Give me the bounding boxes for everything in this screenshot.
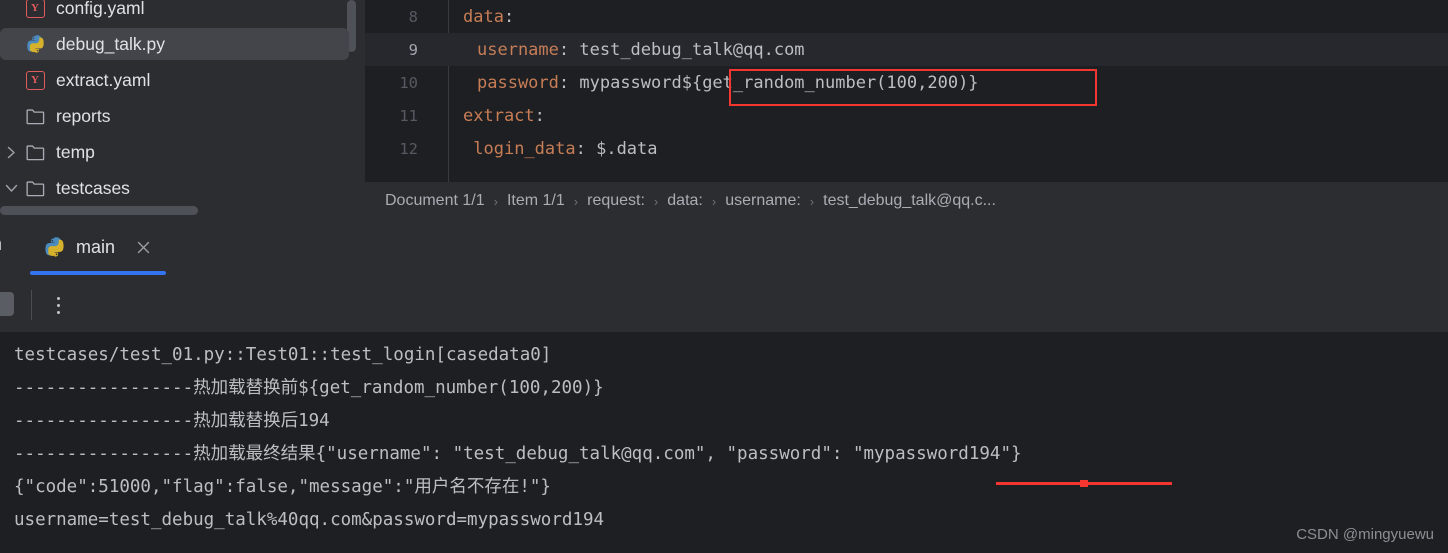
code-line[interactable]: 12 login_data: $.data <box>365 132 1448 165</box>
console-line: {"code":51000,"flag":false,"message":"用户… <box>14 477 551 497</box>
breadcrumb-item-item[interactable]: Item 1/1 <box>507 192 565 210</box>
yaml-colon: : <box>575 138 597 159</box>
python-file-icon <box>22 34 48 54</box>
line-number: 8 <box>408 7 418 26</box>
chevron-right-icon: › <box>653 193 659 209</box>
yaml-key: username <box>477 39 559 60</box>
yaml-colon: : <box>558 39 580 60</box>
chevron-down-icon[interactable] <box>0 184 22 193</box>
line-content: data: <box>433 7 514 27</box>
tree-item-label: temp <box>56 141 95 162</box>
run-toolbar <box>0 277 1448 332</box>
run-tab-bar: n main <box>0 220 1448 278</box>
tree-item-debug-talk-py[interactable]: debug_talk.py <box>0 26 365 62</box>
code-line[interactable]: 11 extract: <box>365 99 1448 132</box>
run-tab-partial[interactable]: n <box>0 234 2 255</box>
chevron-right-icon: › <box>573 193 579 209</box>
code-line[interactable]: 9 username: test_debug_talk@qq.com <box>365 33 1448 66</box>
chevron-right-icon: › <box>493 193 498 209</box>
tree-item-label: extract.yaml <box>56 69 151 90</box>
yaml-value: test_debug_talk@qq.com <box>579 39 805 60</box>
close-icon[interactable] <box>135 240 151 256</box>
yaml-colon: : <box>503 6 515 27</box>
project-tree-list: Y config.yaml debug_talk.py Y extract.ya… <box>0 0 365 206</box>
yaml-value: mypassword${get_random_number(100,200)} <box>579 72 979 93</box>
python-file-icon <box>44 237 65 258</box>
tree-item-label: testcases <box>56 177 130 198</box>
yaml-key: password <box>477 72 559 93</box>
toolbar-divider <box>31 290 32 320</box>
line-number: 9 <box>408 40 418 59</box>
run-tab-label: main <box>76 237 116 257</box>
breadcrumb-item-data[interactable]: data: <box>667 192 703 210</box>
line-content: extract: <box>433 106 545 126</box>
tree-item-config-yaml[interactable]: Y config.yaml <box>0 0 365 26</box>
yaml-file-icon: Y <box>22 0 48 18</box>
chevron-right-icon: › <box>809 193 815 209</box>
ide-window: Y config.yaml debug_talk.py Y extract.ya… <box>0 0 1448 553</box>
console-output[interactable]: testcases/test_01.py::Test01::test_login… <box>0 332 1448 553</box>
more-options-icon[interactable] <box>48 292 68 318</box>
console-line: -----------------热加载替换前${get_random_numb… <box>14 378 604 398</box>
line-number: 11 <box>399 106 418 125</box>
folder-icon <box>22 108 48 125</box>
console-line: testcases/test_01.py::Test01::test_login… <box>14 345 552 365</box>
line-number: 12 <box>399 139 418 158</box>
stop-button[interactable] <box>0 292 14 316</box>
folder-icon <box>22 180 48 197</box>
chevron-right-icon: › <box>711 193 717 209</box>
active-tab-indicator <box>30 271 166 275</box>
yaml-value: $.data <box>596 138 658 159</box>
watermark: CSDN @mingyuewu <box>1296 526 1434 543</box>
tree-item-reports[interactable]: reports <box>0 98 365 134</box>
tree-item-label: debug_talk.py <box>56 33 165 54</box>
folder-icon <box>22 144 48 161</box>
breadcrumb[interactable]: Document 1/1 › Item 1/1 › request: › dat… <box>365 182 1448 220</box>
editor-lines: 8 data: 9 username: test_debug_talk@qq.c… <box>365 0 1448 165</box>
tree-item-label: reports <box>56 105 111 126</box>
console-line: username=test_debug_talk%40qq.com&passwo… <box>14 510 605 530</box>
top-section: Y config.yaml debug_talk.py Y extract.ya… <box>0 0 1448 220</box>
password-underline-annotation <box>996 480 1172 487</box>
breadcrumb-item-request[interactable]: request: <box>587 192 645 210</box>
tree-item-testcases[interactable]: testcases <box>0 170 365 206</box>
yaml-key: extract <box>463 105 535 126</box>
run-tool-window: n main testcases/test_01.py <box>0 220 1448 553</box>
code-line[interactable]: 10 password: mypassword${get_random_numb… <box>365 66 1448 99</box>
line-content: username: test_debug_talk@qq.com <box>433 40 805 60</box>
yaml-file-icon: Y <box>22 70 48 90</box>
yaml-colon: : <box>558 72 580 93</box>
tree-item-label: config.yaml <box>56 0 145 18</box>
line-content: password: mypassword${get_random_number(… <box>433 73 979 93</box>
tree-horizontal-scrollbar[interactable] <box>0 206 198 215</box>
run-tab-main[interactable]: main <box>30 220 165 275</box>
console-line: -----------------热加载最终结果{"username": "te… <box>14 444 1022 464</box>
yaml-key: data <box>463 6 504 27</box>
console-line: -----------------热加载替换后194 <box>14 411 330 431</box>
breadcrumb-item-document[interactable]: Document 1/1 <box>385 192 485 210</box>
yaml-key: login_data <box>473 138 576 159</box>
breadcrumb-item-value[interactable]: test_debug_talk@qq.c... <box>823 192 996 210</box>
line-number: 10 <box>399 73 418 92</box>
chevron-right-icon[interactable] <box>0 146 22 159</box>
tree-item-extract-yaml[interactable]: Y extract.yaml <box>0 62 365 98</box>
yaml-colon: : <box>534 105 545 126</box>
breadcrumb-item-username[interactable]: username: <box>725 192 801 210</box>
line-content: login_data: $.data <box>433 138 658 159</box>
tree-item-temp[interactable]: temp <box>0 134 365 170</box>
code-line[interactable]: 8 data: <box>365 0 1448 33</box>
project-tree-panel[interactable]: Y config.yaml debug_talk.py Y extract.ya… <box>0 0 365 220</box>
